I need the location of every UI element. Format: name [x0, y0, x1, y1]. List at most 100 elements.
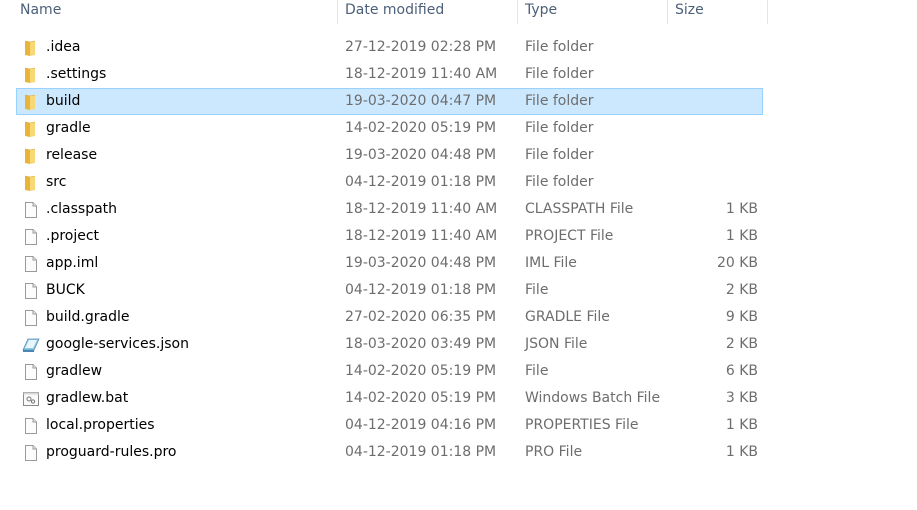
file-row[interactable]: local.properties 04-12-2019 04:16 PM PROPE…: [0, 412, 917, 439]
file-date-modified: 18-12-2019 11:40 AM: [345, 228, 498, 244]
file-type: File folder: [525, 66, 594, 82]
file-size: [668, 61, 758, 88]
column-header-date[interactable]: Date modified: [345, 0, 444, 24]
file-name[interactable]: .settings: [46, 61, 106, 88]
file-row[interactable]: .idea 27-12-2019 02:28 PM File folder: [0, 34, 917, 61]
file-date-modified: 27-02-2020 06:35 PM: [345, 309, 497, 325]
file-type: PROJECT File: [525, 228, 614, 244]
column-header-size[interactable]: Size: [675, 0, 704, 24]
file-date-modified: 19-03-2020 04:47 PM: [345, 93, 497, 109]
file-icon: [22, 255, 40, 273]
file-icon: [22, 282, 40, 300]
file-row[interactable]: build 19-03-2020 04:47 PM File folder: [0, 88, 917, 115]
file-size: [668, 142, 758, 169]
folder-icon: [22, 174, 40, 192]
file-name[interactable]: gradlew.bat: [46, 385, 128, 412]
file-size: 9 KB: [725, 309, 758, 325]
file-name[interactable]: build: [46, 88, 80, 115]
file-name[interactable]: build.gradle: [46, 304, 130, 331]
folder-icon: [22, 39, 40, 57]
file-date-modified: 19-03-2020 04:48 PM: [345, 255, 497, 271]
file-row[interactable]: .classpath 18-12-2019 11:40 AM CLASSPATH F…: [0, 196, 917, 223]
file-name[interactable]: src: [46, 169, 66, 196]
file-name[interactable]: gradle: [46, 115, 91, 142]
folder-icon: [22, 66, 40, 84]
file-type: JSON File: [525, 336, 588, 352]
file-row[interactable]: release 19-03-2020 04:48 PM File folder: [0, 142, 917, 169]
file-icon: [22, 228, 40, 246]
file-date-modified: 14-02-2020 05:19 PM: [345, 363, 497, 379]
file-size: 20 KB: [716, 255, 758, 271]
file-name[interactable]: BUCK: [46, 277, 85, 304]
file-row[interactable]: .project 18-12-2019 11:40 AM PROJECT File 1…: [0, 223, 917, 250]
file-size: [668, 169, 758, 196]
file-icon: [22, 363, 40, 381]
file-size: 1 KB: [725, 417, 758, 433]
file-name[interactable]: google-services.json: [46, 331, 189, 358]
file-date-modified: 19-03-2020 04:48 PM: [345, 147, 497, 163]
file-row[interactable]: gradle 14-02-2020 05:19 PM File folder: [0, 115, 917, 142]
file-size: 6 KB: [725, 363, 758, 379]
file-name[interactable]: app.iml: [46, 250, 98, 277]
file-name[interactable]: .classpath: [46, 196, 117, 223]
file-date-modified: 04-12-2019 01:18 PM: [345, 282, 497, 298]
file-size: 3 KB: [725, 390, 758, 406]
file-size: 1 KB: [725, 228, 758, 244]
file-size: [668, 88, 758, 115]
file-icon: [22, 417, 40, 435]
file-type: IML File: [525, 255, 577, 271]
file-date-modified: 18-12-2019 11:40 AM: [345, 66, 498, 82]
file-row[interactable]: gradlew.bat 14-02-2020 05:19 PM Windows Ba…: [0, 385, 917, 412]
file-name[interactable]: .idea: [46, 34, 80, 61]
file-date-modified: 14-02-2020 05:19 PM: [345, 390, 497, 406]
column-header-bar: Name Date modified Type Size: [0, 0, 917, 24]
column-divider[interactable]: [667, 0, 668, 24]
file-type: CLASSPATH File: [525, 201, 634, 217]
file-icon: [22, 201, 40, 219]
batch-file-icon: [22, 390, 40, 408]
file-name[interactable]: gradlew: [46, 358, 102, 385]
file-type: File folder: [525, 39, 594, 55]
file-date-modified: 04-12-2019 01:18 PM: [345, 444, 497, 460]
file-type: PRO File: [525, 444, 583, 460]
file-size: [668, 115, 758, 142]
file-type: File folder: [525, 93, 594, 109]
file-size: 1 KB: [725, 201, 758, 217]
column-divider[interactable]: [767, 0, 768, 24]
file-name[interactable]: release: [46, 142, 97, 169]
file-type: File: [525, 363, 549, 379]
file-size: 2 KB: [725, 282, 758, 298]
file-type: File folder: [525, 147, 594, 163]
file-size: 1 KB: [725, 444, 758, 460]
folder-icon: [22, 120, 40, 138]
file-row[interactable]: proguard-rules.pro 04-12-2019 01:18 PM PRO…: [0, 439, 917, 466]
notepad-icon: [22, 336, 40, 354]
file-type: Windows Batch File: [525, 390, 661, 406]
file-row[interactable]: src 04-12-2019 01:18 PM File folder: [0, 169, 917, 196]
file-name[interactable]: .project: [46, 223, 99, 250]
column-divider[interactable]: [337, 0, 338, 24]
file-row[interactable]: BUCK 04-12-2019 01:18 PM File 2 KB: [0, 277, 917, 304]
file-name[interactable]: proguard-rules.pro: [46, 439, 176, 466]
file-date-modified: 04-12-2019 04:16 PM: [345, 417, 497, 433]
file-date-modified: 18-03-2020 03:49 PM: [345, 336, 497, 352]
file-row[interactable]: .settings 18-12-2019 11:40 AM File folder: [0, 61, 917, 88]
file-row[interactable]: gradlew 14-02-2020 05:19 PM File 6 KB: [0, 358, 917, 385]
file-row[interactable]: google-services.json 18-03-2020 03:49 PM J…: [0, 331, 917, 358]
column-divider[interactable]: [517, 0, 518, 24]
column-header-type[interactable]: Type: [525, 0, 557, 24]
file-type: GRADLE File: [525, 309, 610, 325]
file-date-modified: 04-12-2019 01:18 PM: [345, 174, 497, 190]
column-header-name[interactable]: Name: [20, 0, 61, 24]
file-type: File folder: [525, 120, 594, 136]
file-row[interactable]: build.gradle 27-02-2020 06:35 PM GRADLE Fi…: [0, 304, 917, 331]
file-date-modified: 27-12-2019 02:28 PM: [345, 39, 497, 55]
file-name[interactable]: local.properties: [46, 412, 155, 439]
file-date-modified: 14-02-2020 05:19 PM: [345, 120, 497, 136]
file-size: [668, 34, 758, 61]
file-date-modified: 18-12-2019 11:40 AM: [345, 201, 498, 217]
file-row[interactable]: app.iml 19-03-2020 04:48 PM IML File 20 KB: [0, 250, 917, 277]
file-size: 2 KB: [725, 336, 758, 352]
folder-icon: [22, 147, 40, 165]
file-type: PROPERTIES File: [525, 417, 639, 433]
